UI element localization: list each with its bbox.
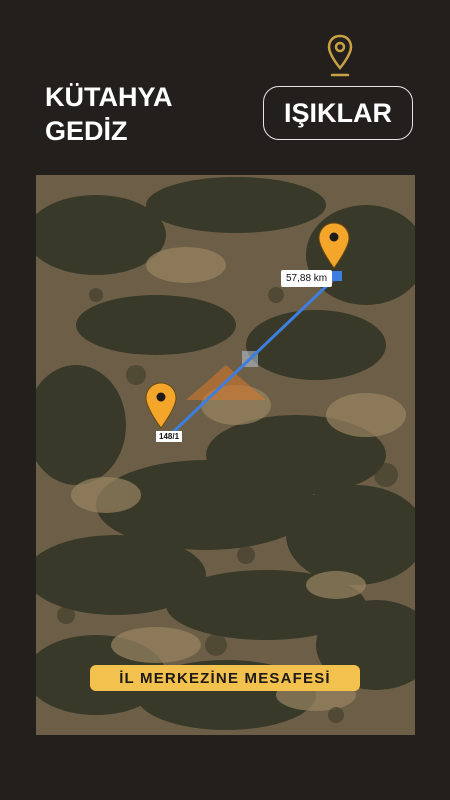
district-name: GEDİZ xyxy=(45,116,128,146)
terrain-image xyxy=(36,175,415,735)
city-name: KÜTAHYA xyxy=(45,82,173,112)
distance-banner: İL MERKEZİNE MESAFESİ xyxy=(90,665,360,691)
satellite-map[interactable]: 57,88 km 148/1 İL MERKEZİNE MESAFESİ xyxy=(36,175,415,735)
distance-label: 57,88 km xyxy=(281,270,333,287)
parcel-label: 148/1 xyxy=(156,431,183,442)
location-pin-icon xyxy=(327,34,353,77)
location-title: KÜTAHYA GEDİZ xyxy=(45,80,173,148)
neighborhood-button[interactable]: IŞIKLAR xyxy=(263,86,413,140)
